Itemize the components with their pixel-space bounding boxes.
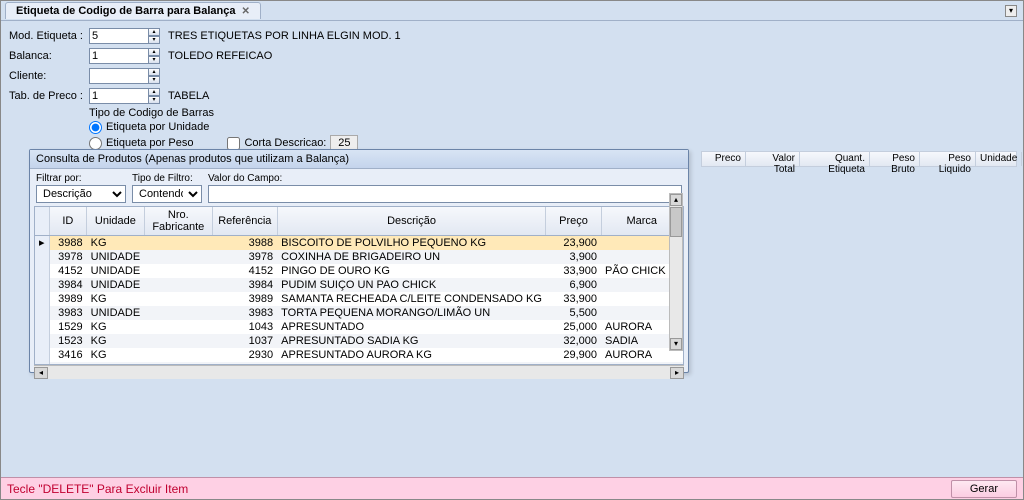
balanca-desc: TOLEDO REFEICAO xyxy=(168,50,272,62)
mod-etiqueta-spin[interactable]: ▴▾ xyxy=(148,28,160,44)
table-row[interactable]: 1529KG1043APRESUNTADO25,000AURORA xyxy=(35,320,683,334)
table-row[interactable]: 3989KG3989SAMANTA RECHEADA C/LEITE CONDE… xyxy=(35,292,683,306)
balanca-spin[interactable]: ▴▾ xyxy=(148,48,160,64)
vertical-scrollbar[interactable]: ▴ ▾ xyxy=(669,193,683,351)
cliente-spin[interactable]: ▴▾ xyxy=(148,68,160,84)
filtrar-por-label: Filtrar por: xyxy=(36,173,126,184)
tab-preco-desc: TABELA xyxy=(168,90,209,102)
right-grid-header: Preco Valor Total Quant. Etiqueta Peso B… xyxy=(701,151,1017,167)
gerar-button[interactable]: Gerar xyxy=(951,480,1017,498)
table-row[interactable]: 3984UNIDADE3984PUDIM SUIÇO UN PAO CHICK6… xyxy=(35,278,683,292)
tipo-filtro-label: Tipo de Filtro: xyxy=(132,173,202,184)
table-row[interactable]: 1523KG1037APRESUNTADO SADIA KG32,000SADI… xyxy=(35,334,683,348)
tab-etiqueta[interactable]: Etiqueta de Codigo de Barra para Balança… xyxy=(5,2,261,19)
corta-descricao-label: Corta Descricao: xyxy=(244,137,326,149)
balanca-label: Balanca: xyxy=(9,50,89,62)
table-row[interactable]: ▸3988KG3988BISCOITO DE POLVILHO PEQUENO … xyxy=(35,236,683,250)
mod-etiqueta-label: Mod. Etiqueta : xyxy=(9,30,89,42)
valor-campo-input[interactable] xyxy=(208,185,682,203)
tab-preco-input[interactable] xyxy=(89,88,149,104)
produtos-table[interactable]: ID Unidade Nro. Fabricante Referência De… xyxy=(35,207,683,365)
tab-preco-label: Tab. de Preco : xyxy=(9,90,89,102)
consulta-title: Consulta de Produtos (Apenas produtos qu… xyxy=(30,150,688,169)
tab-preco-spin[interactable]: ▴▾ xyxy=(148,88,160,104)
radio-etiqueta-unidade[interactable] xyxy=(89,121,102,134)
table-row[interactable]: 3416KG2930APRESUNTADO AURORA KG29,900AUR… xyxy=(35,348,683,362)
table-row[interactable]: 3978UNIDADE3978COXINHA DE BRIGADEIRO UN3… xyxy=(35,250,683,264)
consulta-panel: Consulta de Produtos (Apenas produtos qu… xyxy=(29,149,689,373)
close-icon[interactable]: ✕ xyxy=(241,6,249,17)
peso-liquido-value: 0 xyxy=(939,168,1024,180)
filtrar-por-select[interactable]: Descrição xyxy=(36,185,126,203)
tab-caret-icon[interactable]: ▾ xyxy=(1005,5,1017,17)
radio-etiqueta-peso-label: Etiqueta por Peso xyxy=(106,137,193,149)
horizontal-scrollbar[interactable]: ◂ ▸ xyxy=(34,365,684,379)
radio-etiqueta-unidade-label: Etiqueta por Unidade xyxy=(106,121,209,133)
mod-etiqueta-desc: TRES ETIQUETAS POR LINHA ELGIN MOD. 1 xyxy=(168,30,401,42)
balanca-input[interactable] xyxy=(89,48,149,64)
table-row[interactable]: 4152UNIDADE4152PINGO DE OURO KG33,900PÃO… xyxy=(35,264,683,278)
tab-title: Etiqueta de Codigo de Barra para Balança xyxy=(16,5,235,17)
tipo-filtro-select[interactable]: Contendo: xyxy=(132,185,202,203)
table-row[interactable]: 3983UNIDADE3983TORTA PEQUENA MORANGO/LIM… xyxy=(35,306,683,320)
mod-etiqueta-input[interactable] xyxy=(89,28,149,44)
cliente-label: Cliente: xyxy=(9,70,89,82)
footer-hint: Tecle "DELETE" Para Excluir Item xyxy=(7,482,188,496)
corta-descricao-checkbox[interactable] xyxy=(227,137,240,150)
cliente-input[interactable] xyxy=(89,68,149,84)
radio-etiqueta-peso[interactable] xyxy=(89,137,102,150)
valor-campo-label: Valor do Campo: xyxy=(208,173,682,184)
tipo-codigo-header: Tipo de Codigo de Barras xyxy=(89,107,1015,119)
